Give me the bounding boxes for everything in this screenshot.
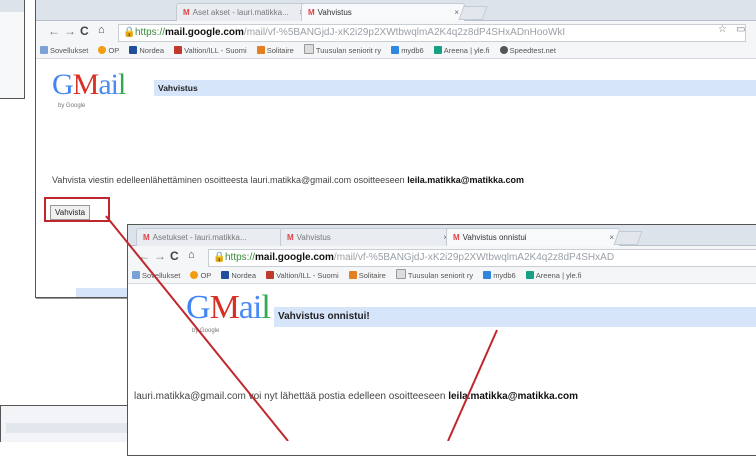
annotation-line-title — [447, 329, 498, 441]
annotation-line-button — [105, 215, 289, 441]
annotation-arrows — [105, 215, 498, 441]
